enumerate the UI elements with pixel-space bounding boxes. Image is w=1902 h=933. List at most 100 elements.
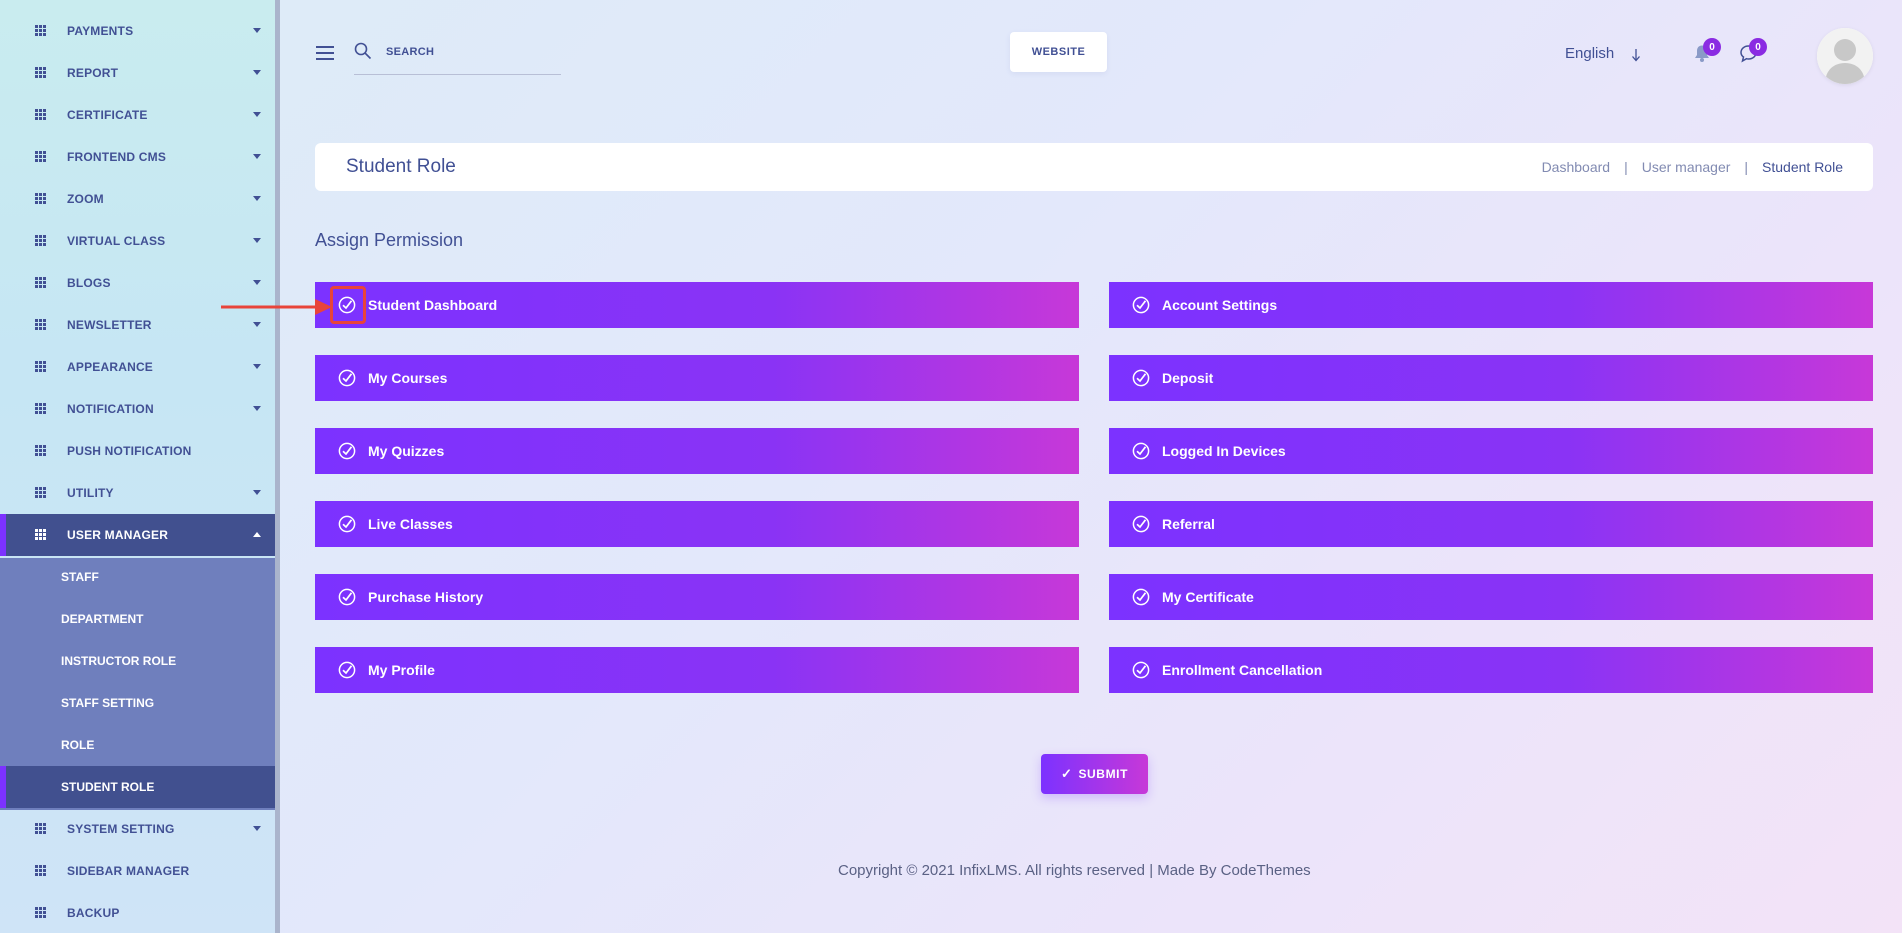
message-count-badge: 0 xyxy=(1749,38,1767,56)
submenu-item-label: STAFF SETTING xyxy=(61,696,155,710)
permission-label: My Certificate xyxy=(1162,589,1254,605)
breadcrumb-user-manager[interactable]: User manager xyxy=(1642,159,1731,175)
sidebar-item-frontend-cms[interactable]: FRONTEND CMS xyxy=(0,136,275,178)
check-circle-icon[interactable] xyxy=(1132,515,1150,533)
sidebar-item-certificate[interactable]: CERTIFICATE xyxy=(0,94,275,136)
grid-icon xyxy=(35,487,46,498)
grid-icon xyxy=(35,25,46,36)
breadcrumb-separator: | xyxy=(1744,159,1749,175)
messages-button[interactable]: 0 xyxy=(1739,38,1767,68)
permission-live-classes[interactable]: Live Classes xyxy=(315,501,1079,547)
permission-deposit[interactable]: Deposit xyxy=(1109,355,1873,401)
sidebar-item-push-notification[interactable]: PUSH NOTIFICATION xyxy=(0,430,275,472)
permission-label: Purchase History xyxy=(368,589,484,605)
permission-purchase-history[interactable]: Purchase History xyxy=(315,574,1079,620)
submenu-item-student-role[interactable]: STUDENT ROLE xyxy=(0,766,275,808)
permission-my-quizzes[interactable]: My Quizzes xyxy=(315,428,1079,474)
grid-icon xyxy=(35,907,46,918)
sidebar-item-label: PAYMENTS xyxy=(67,24,134,38)
grid-icon xyxy=(35,403,46,414)
check-circle-icon[interactable] xyxy=(338,661,356,679)
permission-my-certificate[interactable]: My Certificate xyxy=(1109,574,1873,620)
check-circle-icon[interactable] xyxy=(1132,588,1150,606)
page-header-card: Student Role Dashboard | User manager | Stud… xyxy=(315,143,1873,191)
sidebar-item-appearance[interactable]: APPEARANCE xyxy=(0,346,275,388)
sidebar-item-system-setting[interactable]: SYSTEM SETTING xyxy=(0,808,275,850)
sidebar-item-notification[interactable]: NOTIFICATION xyxy=(0,388,275,430)
submenu-item-label: DEPARTMENT xyxy=(61,612,144,626)
sidebar-item-report[interactable]: REPORT xyxy=(0,52,275,94)
caret-down-icon xyxy=(253,280,261,285)
permission-my-profile[interactable]: My Profile xyxy=(315,647,1079,693)
sidebar-item-utility[interactable]: UTILITY xyxy=(0,472,275,514)
check-circle-icon[interactable] xyxy=(338,369,356,387)
sidebar-item-user-manager[interactable]: USER MANAGER xyxy=(0,514,275,556)
check-circle-icon[interactable] xyxy=(338,515,356,533)
breadcrumb: Dashboard | User manager | Student Role xyxy=(1542,159,1843,175)
breadcrumb-dashboard[interactable]: Dashboard xyxy=(1542,159,1611,175)
caret-down-icon xyxy=(253,70,261,75)
sidebar-item-sidebar-manager[interactable]: SIDEBAR MANAGER xyxy=(0,850,275,892)
hamburger-menu-icon[interactable] xyxy=(316,46,334,60)
sidebar-item-label: APPEARANCE xyxy=(67,360,154,374)
grid-icon xyxy=(35,361,46,372)
sidebar-item-label: NEWSLETTER xyxy=(67,318,152,332)
check-circle-icon[interactable] xyxy=(338,588,356,606)
sidebar-item-virtual-class[interactable]: VIRTUAL CLASS xyxy=(0,220,275,262)
annotation-arrow-icon xyxy=(221,299,332,315)
check-circle-icon[interactable] xyxy=(1132,661,1150,679)
check-circle-icon[interactable] xyxy=(338,442,356,460)
permission-logged-in-devices[interactable]: Logged In Devices xyxy=(1109,428,1873,474)
arrow-down-icon[interactable] xyxy=(1631,48,1641,62)
search-icon[interactable] xyxy=(354,42,372,60)
sidebar-item-label: PUSH NOTIFICATION xyxy=(67,444,192,458)
website-button[interactable]: WEBSITE xyxy=(1010,32,1107,72)
sidebar-item-payments[interactable]: PAYMENTS xyxy=(0,10,275,52)
sidebar-item-backup[interactable]: BACKUP xyxy=(0,892,275,933)
grid-icon xyxy=(35,529,46,540)
submenu-item-label: STAFF xyxy=(61,570,99,584)
grid-icon xyxy=(35,235,46,246)
submenu-item-department[interactable]: DEPARTMENT xyxy=(0,598,275,640)
sidebar-item-label: VIRTUAL CLASS xyxy=(67,234,166,248)
sidebar: PAYMENTS REPORT CERTIFICATE FRONTEND CMS ZOO… xyxy=(0,0,280,933)
sidebar-item-label: USER MANAGER xyxy=(67,528,169,542)
submenu-item-staff-setting[interactable]: STAFF SETTING xyxy=(0,682,275,724)
check-circle-icon[interactable] xyxy=(1132,296,1150,314)
caret-down-icon xyxy=(253,28,261,33)
check-circle-icon[interactable] xyxy=(1132,442,1150,460)
sidebar-item-label: BLOGS xyxy=(67,276,111,290)
caret-down-icon xyxy=(253,826,261,831)
grid-icon xyxy=(35,823,46,834)
permission-enrollment-cancellation[interactable]: Enrollment Cancellation xyxy=(1109,647,1873,693)
page-title: Student Role xyxy=(346,156,456,177)
permission-my-courses[interactable]: My Courses xyxy=(315,355,1079,401)
permission-label: Deposit xyxy=(1162,370,1214,386)
sidebar-item-label: FRONTEND CMS xyxy=(67,150,167,164)
submenu-item-staff[interactable]: STAFF xyxy=(0,556,275,598)
submenu-item-role[interactable]: ROLE xyxy=(0,724,275,766)
permission-referral[interactable]: Referral xyxy=(1109,501,1873,547)
grid-icon xyxy=(35,151,46,162)
annotation-highlight-box xyxy=(330,286,366,324)
submit-button[interactable]: ✓ SUBMIT xyxy=(1041,754,1148,794)
caret-down-icon xyxy=(253,406,261,411)
notification-count-badge: 0 xyxy=(1703,38,1721,56)
sidebar-item-zoom[interactable]: ZOOM xyxy=(0,178,275,220)
avatar[interactable] xyxy=(1817,28,1873,84)
language-select[interactable]: English xyxy=(1565,45,1614,62)
caret-down-icon xyxy=(253,322,261,327)
notification-bell[interactable]: 0 xyxy=(1693,38,1721,68)
check-circle-icon[interactable] xyxy=(1132,369,1150,387)
caret-down-icon xyxy=(253,112,261,117)
permission-account-settings[interactable]: Account Settings xyxy=(1109,282,1873,328)
sidebar-item-label: NOTIFICATION xyxy=(67,402,154,416)
search-input[interactable] xyxy=(386,44,556,58)
grid-icon xyxy=(35,109,46,120)
permission-label: My Courses xyxy=(368,370,448,386)
grid-icon xyxy=(35,67,46,78)
search-bar xyxy=(354,40,561,75)
permission-student-dashboard[interactable]: Student Dashboard xyxy=(315,282,1079,328)
permission-label: Student Dashboard xyxy=(368,297,498,313)
submenu-item-instructor-role[interactable]: INSTRUCTOR ROLE xyxy=(0,640,275,682)
